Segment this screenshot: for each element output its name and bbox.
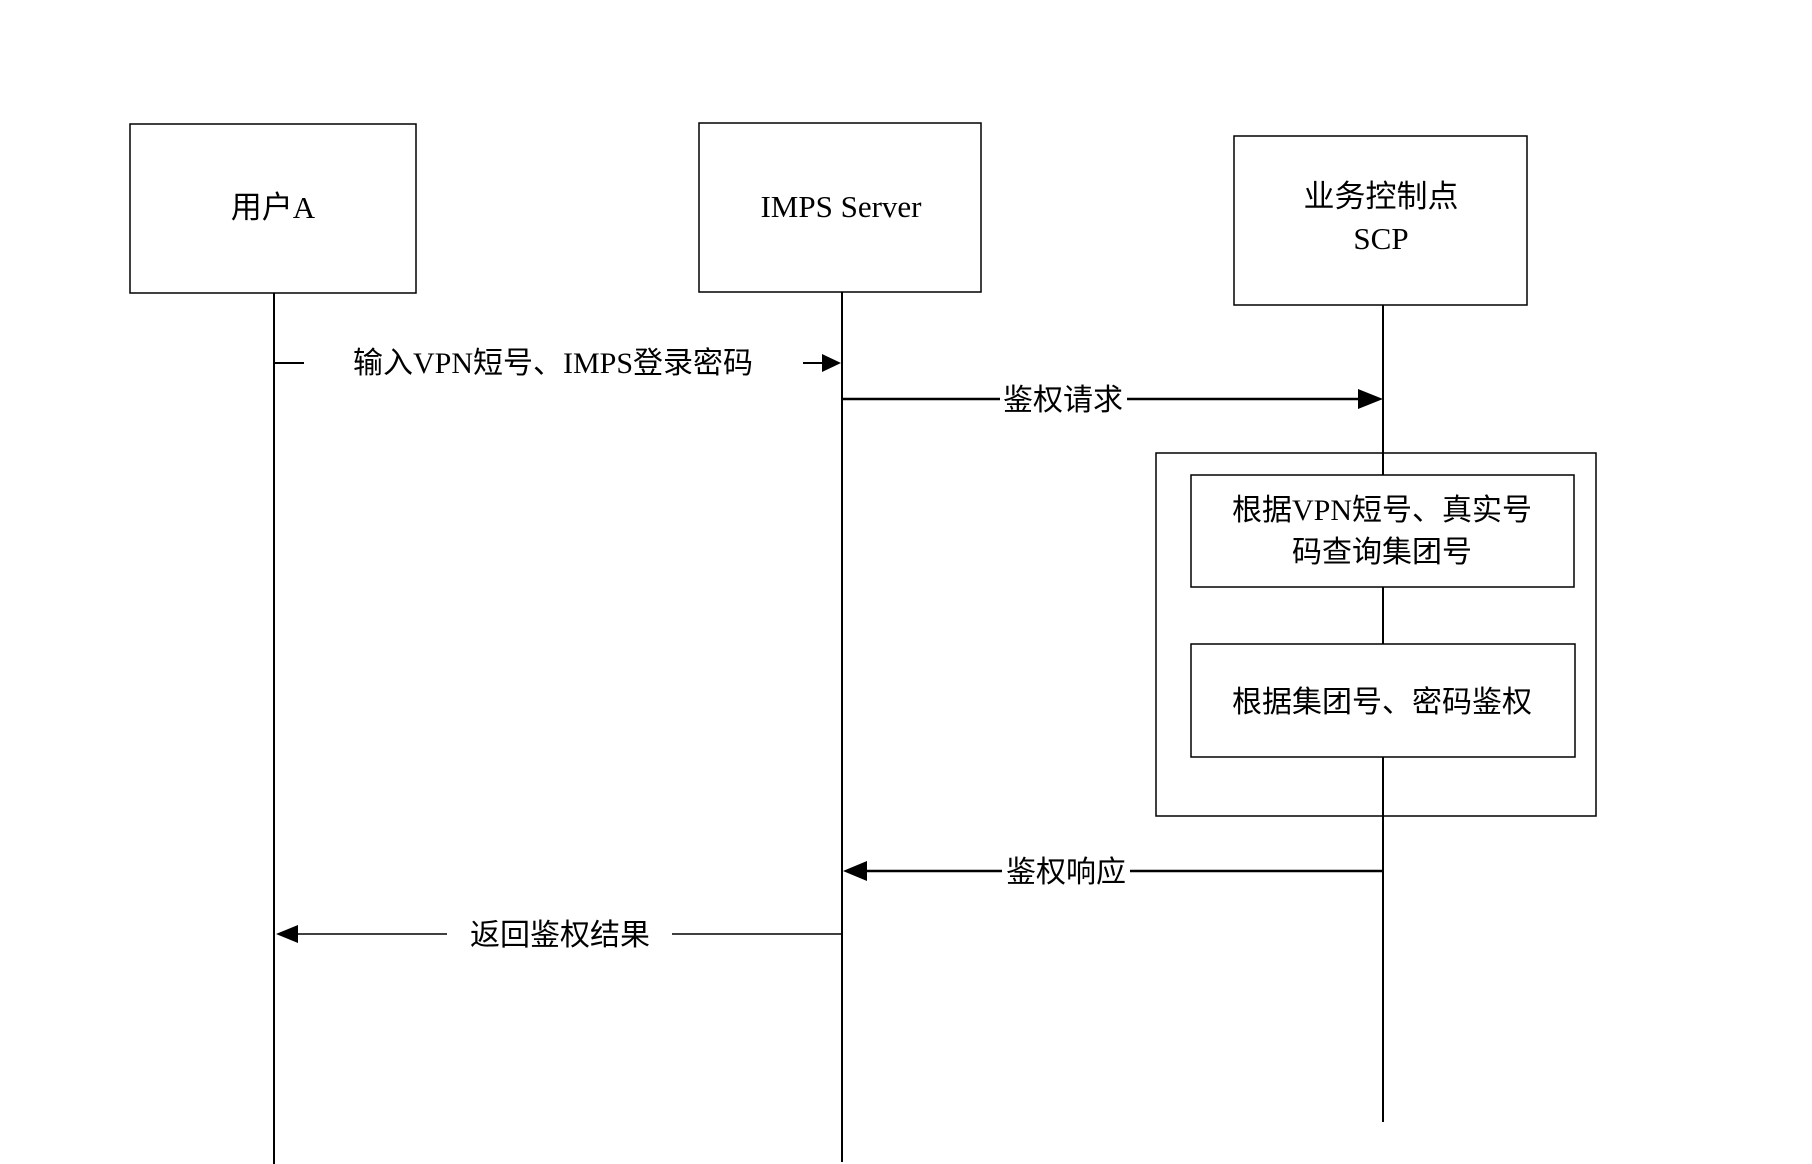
process-step-label: 根据VPN短号、真实号: [1232, 494, 1532, 527]
message-auth-response: 鉴权响应: [843, 856, 1383, 889]
participant-label: 业务控制点: [1304, 179, 1459, 214]
arrowhead-left-icon: [843, 861, 867, 881]
arrowhead-right-icon: [822, 354, 841, 372]
arrowhead-left-icon: [276, 925, 298, 943]
participant-label: 用户A: [231, 190, 316, 225]
participant-label: IMPS Server: [760, 189, 922, 224]
arrowhead-right-icon: [1358, 389, 1383, 409]
participant-scp: 业务控制点 SCP: [1233, 135, 1528, 306]
message-label: 鉴权响应: [1006, 856, 1126, 889]
message-auth-request: 鉴权请求: [842, 384, 1383, 417]
message-login-input: 输入VPN短号、IMPS登录密码: [274, 347, 841, 380]
sequence-diagram: 用户A IMPS Server 业务控制点 SCP 输入VPN短号、IMPS登录…: [129, 122, 1597, 1164]
process-step-label: 根据集团号、密码鉴权: [1232, 686, 1532, 719]
process-step-authenticate: 根据集团号、密码鉴权: [1190, 643, 1576, 758]
scp-process-group: 根据VPN短号、真实号 码查询集团号 根据集团号、密码鉴权: [1155, 452, 1597, 817]
message-label: 返回鉴权结果: [470, 919, 650, 952]
participant-imps-server: IMPS Server: [698, 122, 982, 293]
process-step-lookup-group: 根据VPN短号、真实号 码查询集团号: [1190, 474, 1575, 588]
message-label: 输入VPN短号、IMPS登录密码: [353, 347, 753, 380]
message-label: 鉴权请求: [1003, 384, 1123, 417]
process-step-box: [1190, 474, 1575, 588]
participant-user: 用户A: [129, 123, 417, 294]
participant-sublabel: SCP: [1353, 221, 1408, 256]
message-return-result: 返回鉴权结果: [276, 919, 842, 952]
process-step-label: 码查询集团号: [1292, 536, 1472, 569]
